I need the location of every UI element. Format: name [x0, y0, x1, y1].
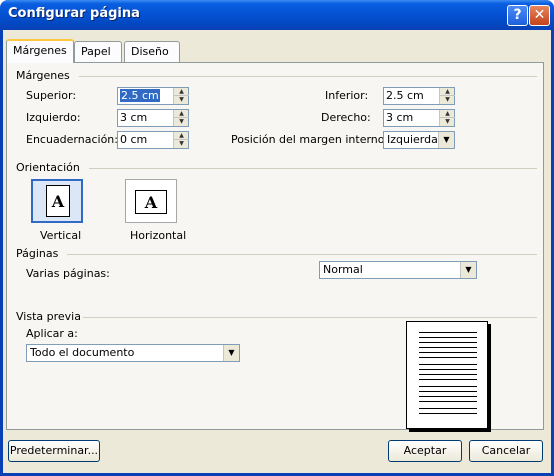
tab-label: Márgenes: [13, 44, 67, 57]
preview-text-line: [419, 396, 477, 397]
preview-text-line: [419, 352, 477, 353]
preview-text-line: [419, 337, 477, 338]
tab-diseno[interactable]: Diseño: [124, 41, 180, 62]
preview-text-line: [419, 332, 477, 333]
preview-text-line: [419, 379, 477, 380]
help-button[interactable]: ?: [507, 5, 528, 26]
multiple-pages-label: Varias páginas:: [26, 267, 110, 280]
izquierdo-value[interactable]: 3 cm: [120, 111, 147, 124]
multiple-pages-combo[interactable]: Normal ▼: [319, 261, 477, 279]
landscape-page-icon: A: [135, 190, 167, 214]
vertical-label: Vertical: [40, 229, 82, 242]
preview-text-line: [419, 342, 477, 343]
spin-down-icon[interactable]: ▼: [440, 96, 455, 104]
spinner-arrows[interactable]: ▲ ▼: [173, 110, 189, 126]
cancel-button[interactable]: Cancelar: [469, 440, 543, 462]
ok-button[interactable]: Aceptar: [388, 440, 462, 462]
pages-section-label: Páginas: [16, 247, 59, 260]
horizontal-orientation-button[interactable]: A: [125, 179, 177, 223]
spinner-arrows[interactable]: ▲ ▼: [173, 132, 189, 148]
window-title: Configurar página: [8, 6, 140, 21]
page-preview: [406, 321, 488, 429]
spin-down-icon[interactable]: ▼: [174, 96, 189, 104]
preview-text-line: [419, 408, 477, 409]
section-divider: [89, 168, 537, 169]
vertical-orientation-button[interactable]: A: [31, 179, 83, 223]
spin-up-icon[interactable]: ▲: [174, 88, 189, 96]
preview-text-line: [419, 357, 477, 358]
orientation-section-label: Orientación: [16, 161, 80, 174]
derecho-label: Derecho:: [321, 111, 371, 124]
close-button[interactable]: ✕: [529, 5, 550, 26]
tab-panel-margenes: Márgenes Superior: 2.5 cm ▲ ▼ Izquierdo: …: [6, 62, 544, 430]
spin-down-icon[interactable]: ▼: [174, 140, 189, 148]
section-divider: [79, 76, 537, 77]
title-bar[interactable]: Configurar página ? ✕: [0, 0, 554, 30]
chevron-down-icon[interactable]: ▼: [460, 262, 476, 278]
preview-text-line: [419, 413, 477, 414]
multiple-pages-value: Normal: [323, 263, 363, 276]
preview-text-line: [419, 391, 477, 392]
chevron-down-icon[interactable]: ▼: [438, 132, 454, 148]
inferior-label: Inferior:: [325, 89, 369, 102]
posicion-label: Posición del margen interno:: [231, 133, 389, 146]
encuadernacion-spinner[interactable]: 0 cm ▲ ▼: [117, 131, 189, 149]
preview-text-line: [419, 374, 477, 375]
preview-text-line: [419, 347, 477, 348]
inferior-spinner[interactable]: 2.5 cm ▲ ▼: [383, 87, 455, 105]
spin-down-icon[interactable]: ▼: [174, 118, 189, 126]
preview-text-line: [419, 386, 477, 387]
tab-papel[interactable]: Papel: [74, 41, 122, 62]
posicion-value: Izquierda: [387, 133, 438, 146]
chevron-down-icon[interactable]: ▼: [223, 345, 239, 361]
preview-text-line: [419, 369, 477, 370]
apply-to-label: Aplicar a:: [26, 327, 78, 340]
dialog-window: Configurar página ? ✕ Márgenes Papel Dis…: [0, 0, 554, 476]
superior-spinner[interactable]: 2.5 cm ▲ ▼: [117, 87, 189, 105]
dialog-body: Márgenes Papel Diseño Márgenes Superior:…: [3, 30, 551, 473]
apply-to-combo[interactable]: Todo el documento ▼: [26, 344, 240, 362]
spinner-arrows[interactable]: ▲ ▼: [439, 110, 455, 126]
inferior-value[interactable]: 2.5 cm: [386, 89, 424, 102]
apply-to-value: Todo el documento: [30, 346, 135, 359]
portrait-page-icon: A: [46, 185, 70, 217]
superior-label: Superior:: [26, 89, 77, 102]
preview-text-line: [419, 401, 477, 402]
izquierdo-label: Izquierdo:: [26, 111, 81, 124]
superior-value[interactable]: 2.5 cm: [120, 89, 160, 102]
default-button[interactable]: Predeterminar...: [8, 440, 100, 462]
izquierdo-spinner[interactable]: 3 cm ▲ ▼: [117, 109, 189, 127]
encuadernacion-label: Encuadernación:: [26, 133, 118, 146]
margins-section-label: Márgenes: [16, 69, 70, 82]
posicion-combo[interactable]: Izquierda ▼: [383, 131, 455, 149]
spinner-arrows[interactable]: ▲ ▼: [439, 88, 455, 104]
preview-text-line: [419, 364, 477, 365]
spin-up-icon[interactable]: ▲: [174, 132, 189, 140]
spinner-arrows[interactable]: ▲ ▼: [173, 88, 189, 104]
tab-margenes[interactable]: Márgenes: [6, 39, 74, 63]
section-divider: [83, 317, 537, 318]
derecho-spinner[interactable]: 3 cm ▲ ▼: [383, 109, 455, 127]
section-divider: [67, 254, 537, 255]
derecho-value[interactable]: 3 cm: [386, 111, 413, 124]
spin-up-icon[interactable]: ▲: [440, 110, 455, 118]
horizontal-label: Horizontal: [130, 229, 187, 242]
tab-label: Diseño: [131, 45, 169, 58]
spin-up-icon[interactable]: ▲: [174, 110, 189, 118]
preview-section-label: Vista previa: [16, 310, 81, 323]
encuadernacion-value[interactable]: 0 cm: [120, 133, 147, 146]
spin-down-icon[interactable]: ▼: [440, 118, 455, 126]
tab-label: Papel: [81, 45, 111, 58]
spin-up-icon[interactable]: ▲: [440, 88, 455, 96]
